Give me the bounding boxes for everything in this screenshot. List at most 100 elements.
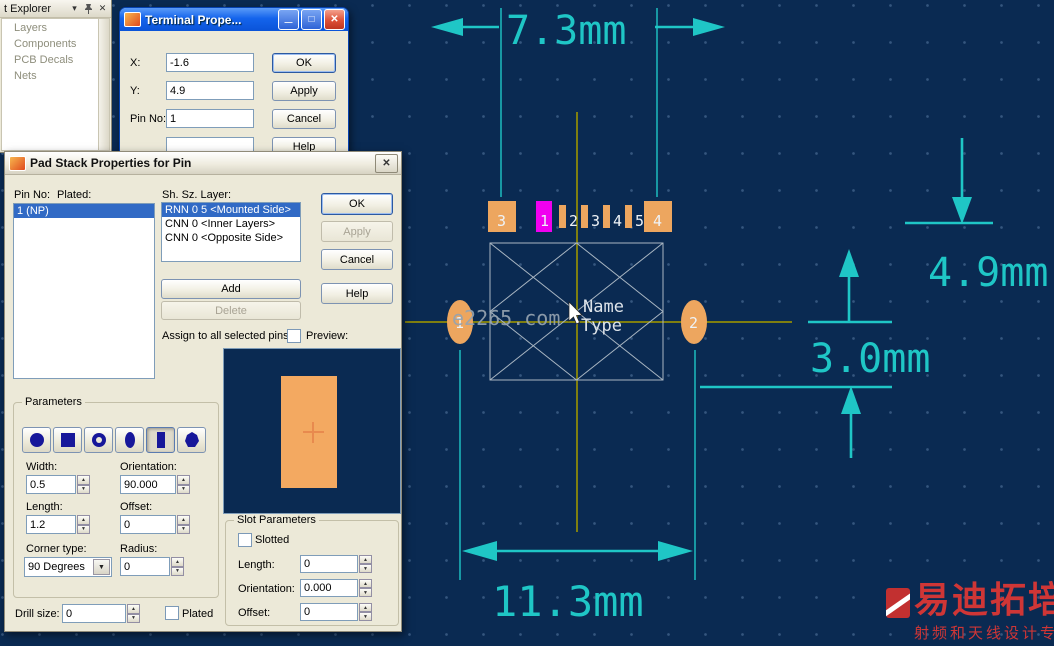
dim-mid-arrow-lower: [841, 386, 861, 414]
layer-item-opposite[interactable]: CNN 0 <Opposite Side>: [162, 231, 300, 245]
corner-type-select[interactable]: 90 Degrees: [24, 557, 112, 577]
dropdown-arrow-icon[interactable]: [93, 559, 110, 575]
offset-spinner[interactable]: [177, 515, 190, 534]
close-button[interactable]: [324, 9, 345, 30]
orientation-spinner[interactable]: [177, 475, 190, 494]
dim-top-arrow-right: [693, 18, 725, 36]
minimize-button[interactable]: [278, 9, 299, 30]
pad-pin-5[interactable]: [625, 205, 632, 228]
pin-no-input[interactable]: [166, 109, 254, 128]
drill-spinner[interactable]: [127, 604, 140, 623]
pin-listbox[interactable]: 1 (NP): [13, 203, 155, 379]
pin-no-label: Pin No:: [14, 189, 51, 201]
component-type-text: Type: [581, 316, 622, 336]
pin-no-label: Pin No:: [130, 113, 167, 125]
slot-offset-spinner[interactable]: [359, 603, 372, 621]
pad-pin-2[interactable]: [559, 205, 566, 228]
terminal-properties-dialog: Terminal Prope... X: OK Y: Apply Pin No:…: [119, 7, 349, 168]
drill-size-input[interactable]: [62, 604, 126, 623]
slot-length-spinner[interactable]: [359, 555, 372, 573]
y-label: Y:: [130, 85, 140, 97]
pin-4-label: 4: [613, 212, 622, 230]
tree-item-nets[interactable]: Nets: [2, 67, 98, 83]
layer-item-inner[interactable]: CNN 0 <Inner Layers>: [162, 217, 300, 231]
pin-2-label: 2: [569, 212, 578, 230]
drill-size-label: Drill size:: [15, 608, 60, 620]
width-spinner[interactable]: [77, 475, 90, 494]
explorer-tree: Layers Components PCB Decals Nets: [1, 18, 99, 151]
length-spinner[interactable]: [77, 515, 90, 534]
slot-orientation-spinner[interactable]: [359, 579, 372, 597]
pad-pin-3[interactable]: [581, 205, 588, 228]
pad-shape-donut-button[interactable]: [84, 427, 113, 453]
watermark-text: e2265.com: [452, 306, 561, 330]
delete-button[interactable]: Delete: [161, 301, 301, 320]
pad-shape-circle-button[interactable]: [22, 427, 51, 453]
plated-label: Plated:: [57, 189, 92, 201]
dim-mid-arrow-upper: [839, 249, 859, 277]
tree-item-pcb-decals[interactable]: PCB Decals: [2, 51, 98, 67]
width-input[interactable]: [26, 475, 76, 494]
length-input[interactable]: [26, 515, 76, 534]
pad-shape-rectangle-button[interactable]: [146, 427, 175, 453]
radius-label: Radius:: [120, 543, 158, 555]
maximize-button[interactable]: [301, 9, 322, 30]
layer-item-mounted[interactable]: RNN 0 5 <Mounted Side>: [162, 203, 300, 217]
brand-title: 易迪拓培训: [914, 580, 1054, 621]
pad-stack-properties-dialog: Pad Stack Properties for Pin Pin No: Pla…: [4, 151, 402, 632]
pad-pin-4[interactable]: [603, 205, 610, 228]
layer-listbox[interactable]: RNN 0 5 <Mounted Side> CNN 0 <Inner Laye…: [161, 202, 301, 262]
brand-logo-icon: [886, 588, 910, 618]
slotted-checkbox[interactable]: [238, 533, 252, 547]
tree-item-components[interactable]: Components: [2, 35, 98, 51]
x-input[interactable]: [166, 53, 254, 72]
tree-item-layers[interactable]: Layers: [2, 19, 98, 35]
slot-length-label: Length:: [238, 559, 275, 571]
offset-input[interactable]: [120, 515, 176, 534]
radius-spinner[interactable]: [171, 557, 184, 576]
slot-offset-label: Offset:: [238, 607, 271, 619]
terminal-titlebar[interactable]: Terminal Prope...: [120, 8, 348, 31]
pin-list-item[interactable]: 1 (NP): [14, 204, 154, 218]
pad-4-label: 4: [653, 212, 662, 230]
pad-shape-square-button[interactable]: [53, 427, 82, 453]
project-explorer-panel: t Explorer Layers Components PCB Decals …: [0, 0, 112, 153]
width-label: Width:: [26, 461, 58, 473]
orientation-input[interactable]: [120, 475, 176, 494]
explorer-scrollbar[interactable]: [98, 18, 110, 151]
explorer-header[interactable]: t Explorer: [0, 0, 111, 18]
preview-label: Preview:: [306, 330, 349, 342]
parameters-group-label: Parameters: [22, 396, 85, 408]
slot-orientation-input[interactable]: [300, 579, 358, 597]
close-icon[interactable]: [96, 2, 109, 15]
dim-bottom-arrow-right: [658, 541, 693, 561]
corner-type-label: Corner type:: [26, 543, 87, 555]
slot-orientation-label: Orientation:: [238, 583, 295, 595]
assign-checkbox[interactable]: [287, 329, 301, 343]
radius-input[interactable]: [120, 557, 170, 576]
pin-icon[interactable]: [82, 2, 95, 15]
cancel-button[interactable]: Cancel: [272, 109, 336, 129]
cancel-button[interactable]: Cancel: [321, 249, 393, 270]
y-input[interactable]: [166, 81, 254, 100]
slot-length-input[interactable]: [300, 555, 358, 573]
dim-bottom-arrow-left: [462, 541, 497, 561]
plated-checkbox[interactable]: [165, 606, 179, 620]
dim-top-label: 7.3mm: [506, 8, 626, 54]
apply-button[interactable]: Apply: [321, 221, 393, 242]
ok-button[interactable]: OK: [272, 53, 336, 73]
apply-button[interactable]: Apply: [272, 81, 336, 101]
ok-button[interactable]: OK: [321, 193, 393, 215]
pad-shape-odd-button[interactable]: [177, 427, 206, 453]
padstack-titlebar[interactable]: Pad Stack Properties for Pin: [5, 152, 401, 175]
pin-3-label: 3: [591, 212, 600, 230]
add-button[interactable]: Add: [161, 279, 301, 299]
pads-layout-screen: 3 1 2 3 4 5 4 1 2 Name Type 7.3mm 4.9mm: [0, 0, 1054, 646]
chevron-down-icon[interactable]: [68, 2, 81, 15]
pad-shape-oval-button[interactable]: [115, 427, 144, 453]
help-button[interactable]: Help: [321, 283, 393, 304]
length-label: Length:: [26, 501, 63, 513]
close-button[interactable]: [375, 153, 398, 173]
slot-offset-input[interactable]: [300, 603, 358, 621]
preview-origin-cross: [312, 422, 314, 443]
